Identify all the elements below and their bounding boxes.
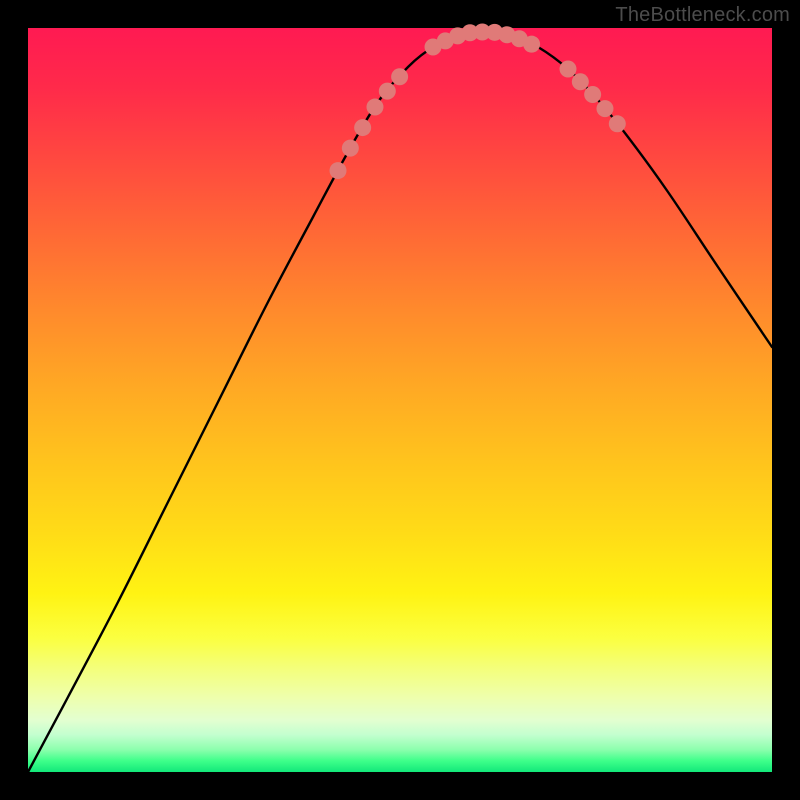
curve-marker bbox=[596, 100, 613, 117]
chart-frame: TheBottleneck.com bbox=[0, 0, 800, 800]
curve-marker bbox=[609, 115, 626, 132]
curve-marker bbox=[584, 86, 601, 103]
curve-marker bbox=[523, 36, 540, 53]
curve-marker bbox=[572, 73, 589, 90]
curve-marker bbox=[560, 61, 577, 78]
curve-group bbox=[28, 31, 772, 772]
curve-marker bbox=[379, 83, 396, 100]
marker-group bbox=[330, 24, 626, 180]
curve-marker bbox=[354, 119, 371, 136]
bottleneck-curve-path bbox=[28, 31, 772, 772]
curve-marker bbox=[342, 140, 359, 157]
watermark-text: TheBottleneck.com bbox=[615, 4, 790, 27]
curve-marker bbox=[330, 162, 347, 179]
curve-marker bbox=[366, 99, 383, 116]
curve-marker bbox=[391, 68, 408, 85]
curve-svg bbox=[28, 28, 772, 772]
plot-area bbox=[28, 28, 772, 772]
